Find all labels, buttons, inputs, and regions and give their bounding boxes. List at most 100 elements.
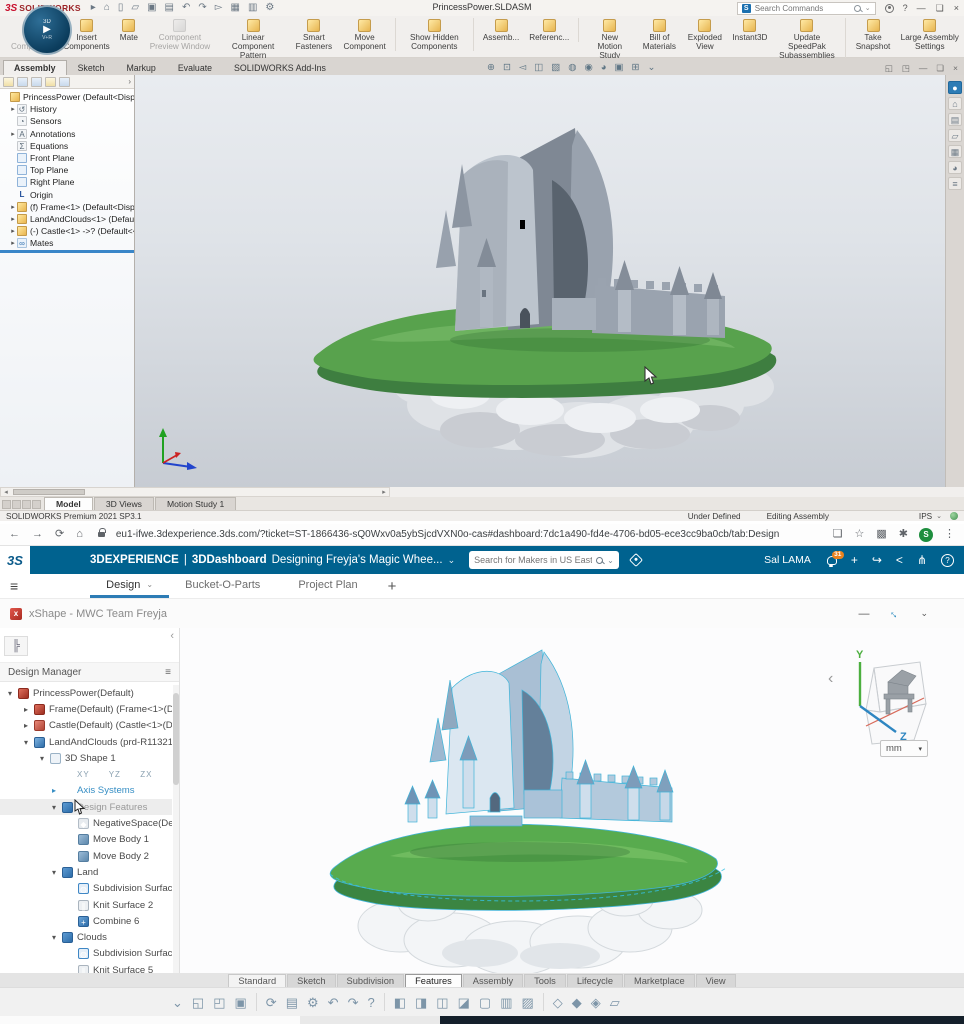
model-tab[interactable]: Motion Study 1 (155, 497, 236, 510)
view-orientation-icon[interactable]: ▧ (551, 63, 560, 73)
dropdown-caret-icon[interactable]: ⌄ (647, 63, 655, 73)
tree-scrollbar[interactable] (173, 685, 179, 973)
shell-icon[interactable]: ◪ (458, 996, 470, 1009)
search-scope-caret-icon[interactable]: ⌄ (607, 556, 614, 565)
ribbon-button[interactable]: Instant3D (727, 18, 772, 42)
model-tab[interactable]: 3D Views (94, 497, 154, 510)
rebuild-icon[interactable]: ▦ (230, 1, 239, 15)
units-text[interactable]: IPS (919, 512, 932, 521)
units-caret-icon[interactable]: ⌄ (936, 512, 942, 520)
expand-arrow-icon[interactable] (38, 754, 46, 763)
design-tree-item[interactable]: ◆ NegativeSpace(Default) (0, 815, 172, 831)
select-icon[interactable]: ▻ (215, 1, 223, 15)
scrollbar-thumb[interactable] (173, 693, 179, 785)
design-tree-item[interactable]: ◍ Subdivision Surface 4 (0, 946, 172, 962)
xshape-3d-viewport[interactable]: ‹ Y Z mm ▾ (180, 628, 964, 973)
undo-icon[interactable]: ↶ (182, 1, 190, 15)
feature-tree-item[interactable]: Right Plane (0, 176, 134, 188)
design-tree-item[interactable]: Move Body 2 (0, 848, 172, 864)
apply-scene-icon[interactable]: ▣ (615, 63, 624, 73)
ribbon-button[interactable]: Move Component (338, 18, 395, 51)
redo-icon[interactable]: ↷ (198, 1, 206, 15)
ribbon-button[interactable]: Bill of Materials (636, 18, 682, 51)
3dcompass-icon[interactable]: 3D ▶ V+R (22, 5, 72, 55)
tag-icon[interactable] (629, 553, 643, 567)
xshape-ribbon-tab[interactable]: Sketch (287, 974, 335, 987)
expand-icon[interactable]: ↔ (887, 605, 903, 621)
minimize-doc-icon[interactable]: — (919, 64, 928, 73)
expand-arrow-icon[interactable] (50, 786, 58, 795)
expand-arrow-icon[interactable] (6, 689, 14, 698)
design-tree-item[interactable]: Axis Systems (0, 783, 172, 799)
feature-tree-item[interactable]: Σ Equations (0, 140, 134, 152)
expand-arrow-icon[interactable] (50, 868, 58, 877)
sw-command-tab[interactable]: Sketch (67, 60, 116, 75)
tab-preview-icon[interactable]: ❏ (833, 529, 843, 540)
help-icon[interactable]: ? (367, 996, 374, 1009)
help-icon[interactable]: ? (903, 3, 908, 13)
expand-arrow-icon[interactable] (50, 803, 58, 812)
expand-arrow-icon[interactable] (22, 721, 30, 730)
bookmark-star-icon[interactable]: ☆ (855, 529, 865, 540)
minimize-icon[interactable]: — (917, 3, 926, 13)
notifications[interactable]: 31 (827, 556, 837, 565)
thicken-icon[interactable]: ◫ (436, 996, 448, 1009)
ribbon-button[interactable]: Exploded View (682, 18, 727, 51)
toolbar-caret-icon[interactable]: ⌄ (172, 996, 183, 1009)
browser-profile-avatar[interactable]: S (919, 528, 933, 542)
panel-collapse-icon[interactable]: ‹ (170, 630, 174, 642)
feature-tree-item[interactable]: (-) Castle<1> ->? (Default<<Defa (0, 225, 134, 237)
dashboard-title[interactable]: Designing Freyja's Magic Whee... (272, 554, 443, 566)
pinned-extension-icon[interactable]: ✱ (899, 529, 908, 540)
close-doc-icon[interactable]: × (953, 64, 958, 73)
hide-show-items-icon[interactable]: ◉ (584, 63, 592, 73)
ssl-lock-icon[interactable] (98, 532, 105, 537)
feature-tree-item[interactable]: ↺ History (0, 103, 134, 115)
propertymanager-tab-icon[interactable] (17, 77, 28, 87)
restore-doc-icon[interactable]: ❏ (936, 64, 944, 73)
design-library-icon[interactable]: ▦ (948, 145, 962, 158)
recent-icon[interactable]: ▤ (948, 113, 962, 126)
save-icon[interactable]: ▣ (235, 996, 247, 1009)
options-icon[interactable]: ⚙ (265, 1, 274, 15)
3dexperience-icon[interactable]: ● (948, 81, 962, 94)
knit-icon[interactable]: ◇ (553, 996, 563, 1009)
url-bar[interactable]: eu1-ifwe.3dexperience.3ds.com/?ticket=ST… (116, 529, 822, 540)
expand-arrow-icon[interactable] (9, 227, 17, 235)
tile-icon[interactable]: ◳ (902, 64, 910, 73)
xshape-ribbon-tab[interactable]: View (696, 974, 736, 987)
display-style-icon[interactable]: ◍ (568, 63, 576, 73)
search-caret-icon[interactable]: ⌄ (865, 4, 871, 12)
zoom-fit-icon[interactable]: ⊕ (487, 63, 495, 73)
previous-view-icon[interactable]: ◅ (519, 63, 526, 73)
feature-tree-item[interactable]: L Origin (0, 189, 134, 201)
edit-appearance-icon[interactable]: ◕ (601, 63, 607, 73)
design-tree-item[interactable]: Move Body 1 (0, 832, 172, 848)
mirror-icon[interactable]: ▥ (500, 996, 512, 1009)
settings-gear-icon[interactable]: ⚙ (307, 996, 319, 1009)
section-view-icon[interactable]: ◫ (534, 63, 543, 73)
xshape-ribbon-tab[interactable]: Standard (228, 974, 286, 987)
folder-icon[interactable]: ▱ (948, 129, 962, 142)
ribbon-button[interactable]: Large Assembly Settings (896, 18, 964, 51)
dx-help-icon[interactable]: ? (941, 554, 954, 567)
expand-arrow-icon[interactable] (9, 105, 17, 113)
minimize-icon[interactable]: — (858, 608, 869, 620)
displaymanager-tab-icon[interactable] (59, 77, 70, 87)
undo-icon[interactable]: ↶ (328, 996, 339, 1009)
trim-icon[interactable]: ▨ (521, 996, 533, 1009)
scrollbar-thumb[interactable] (13, 489, 85, 495)
sync-icon[interactable]: ⟳ (266, 996, 277, 1009)
design-tree-item[interactable]: ∥ Knit Surface 5 (0, 962, 172, 973)
feature-tree-item[interactable]: ◔ Sensors (0, 115, 134, 127)
dashboard-tab[interactable]: Design ⌄ (90, 574, 169, 598)
new-document-icon[interactable]: ▯ (118, 1, 124, 15)
separator[interactable] (543, 993, 544, 1011)
home-icon[interactable]: ⌂ (76, 529, 83, 540)
ribbon-button[interactable]: Smart Fasteners (289, 18, 338, 51)
properties-icon[interactable]: ≡ (948, 177, 962, 190)
back-icon[interactable]: ← (9, 529, 20, 540)
dx-search[interactable]: ⌄ (469, 551, 619, 569)
xshape-ribbon-tab[interactable]: Subdivision (337, 974, 405, 987)
design-tree-item[interactable]: + Combine 6 (0, 913, 172, 929)
